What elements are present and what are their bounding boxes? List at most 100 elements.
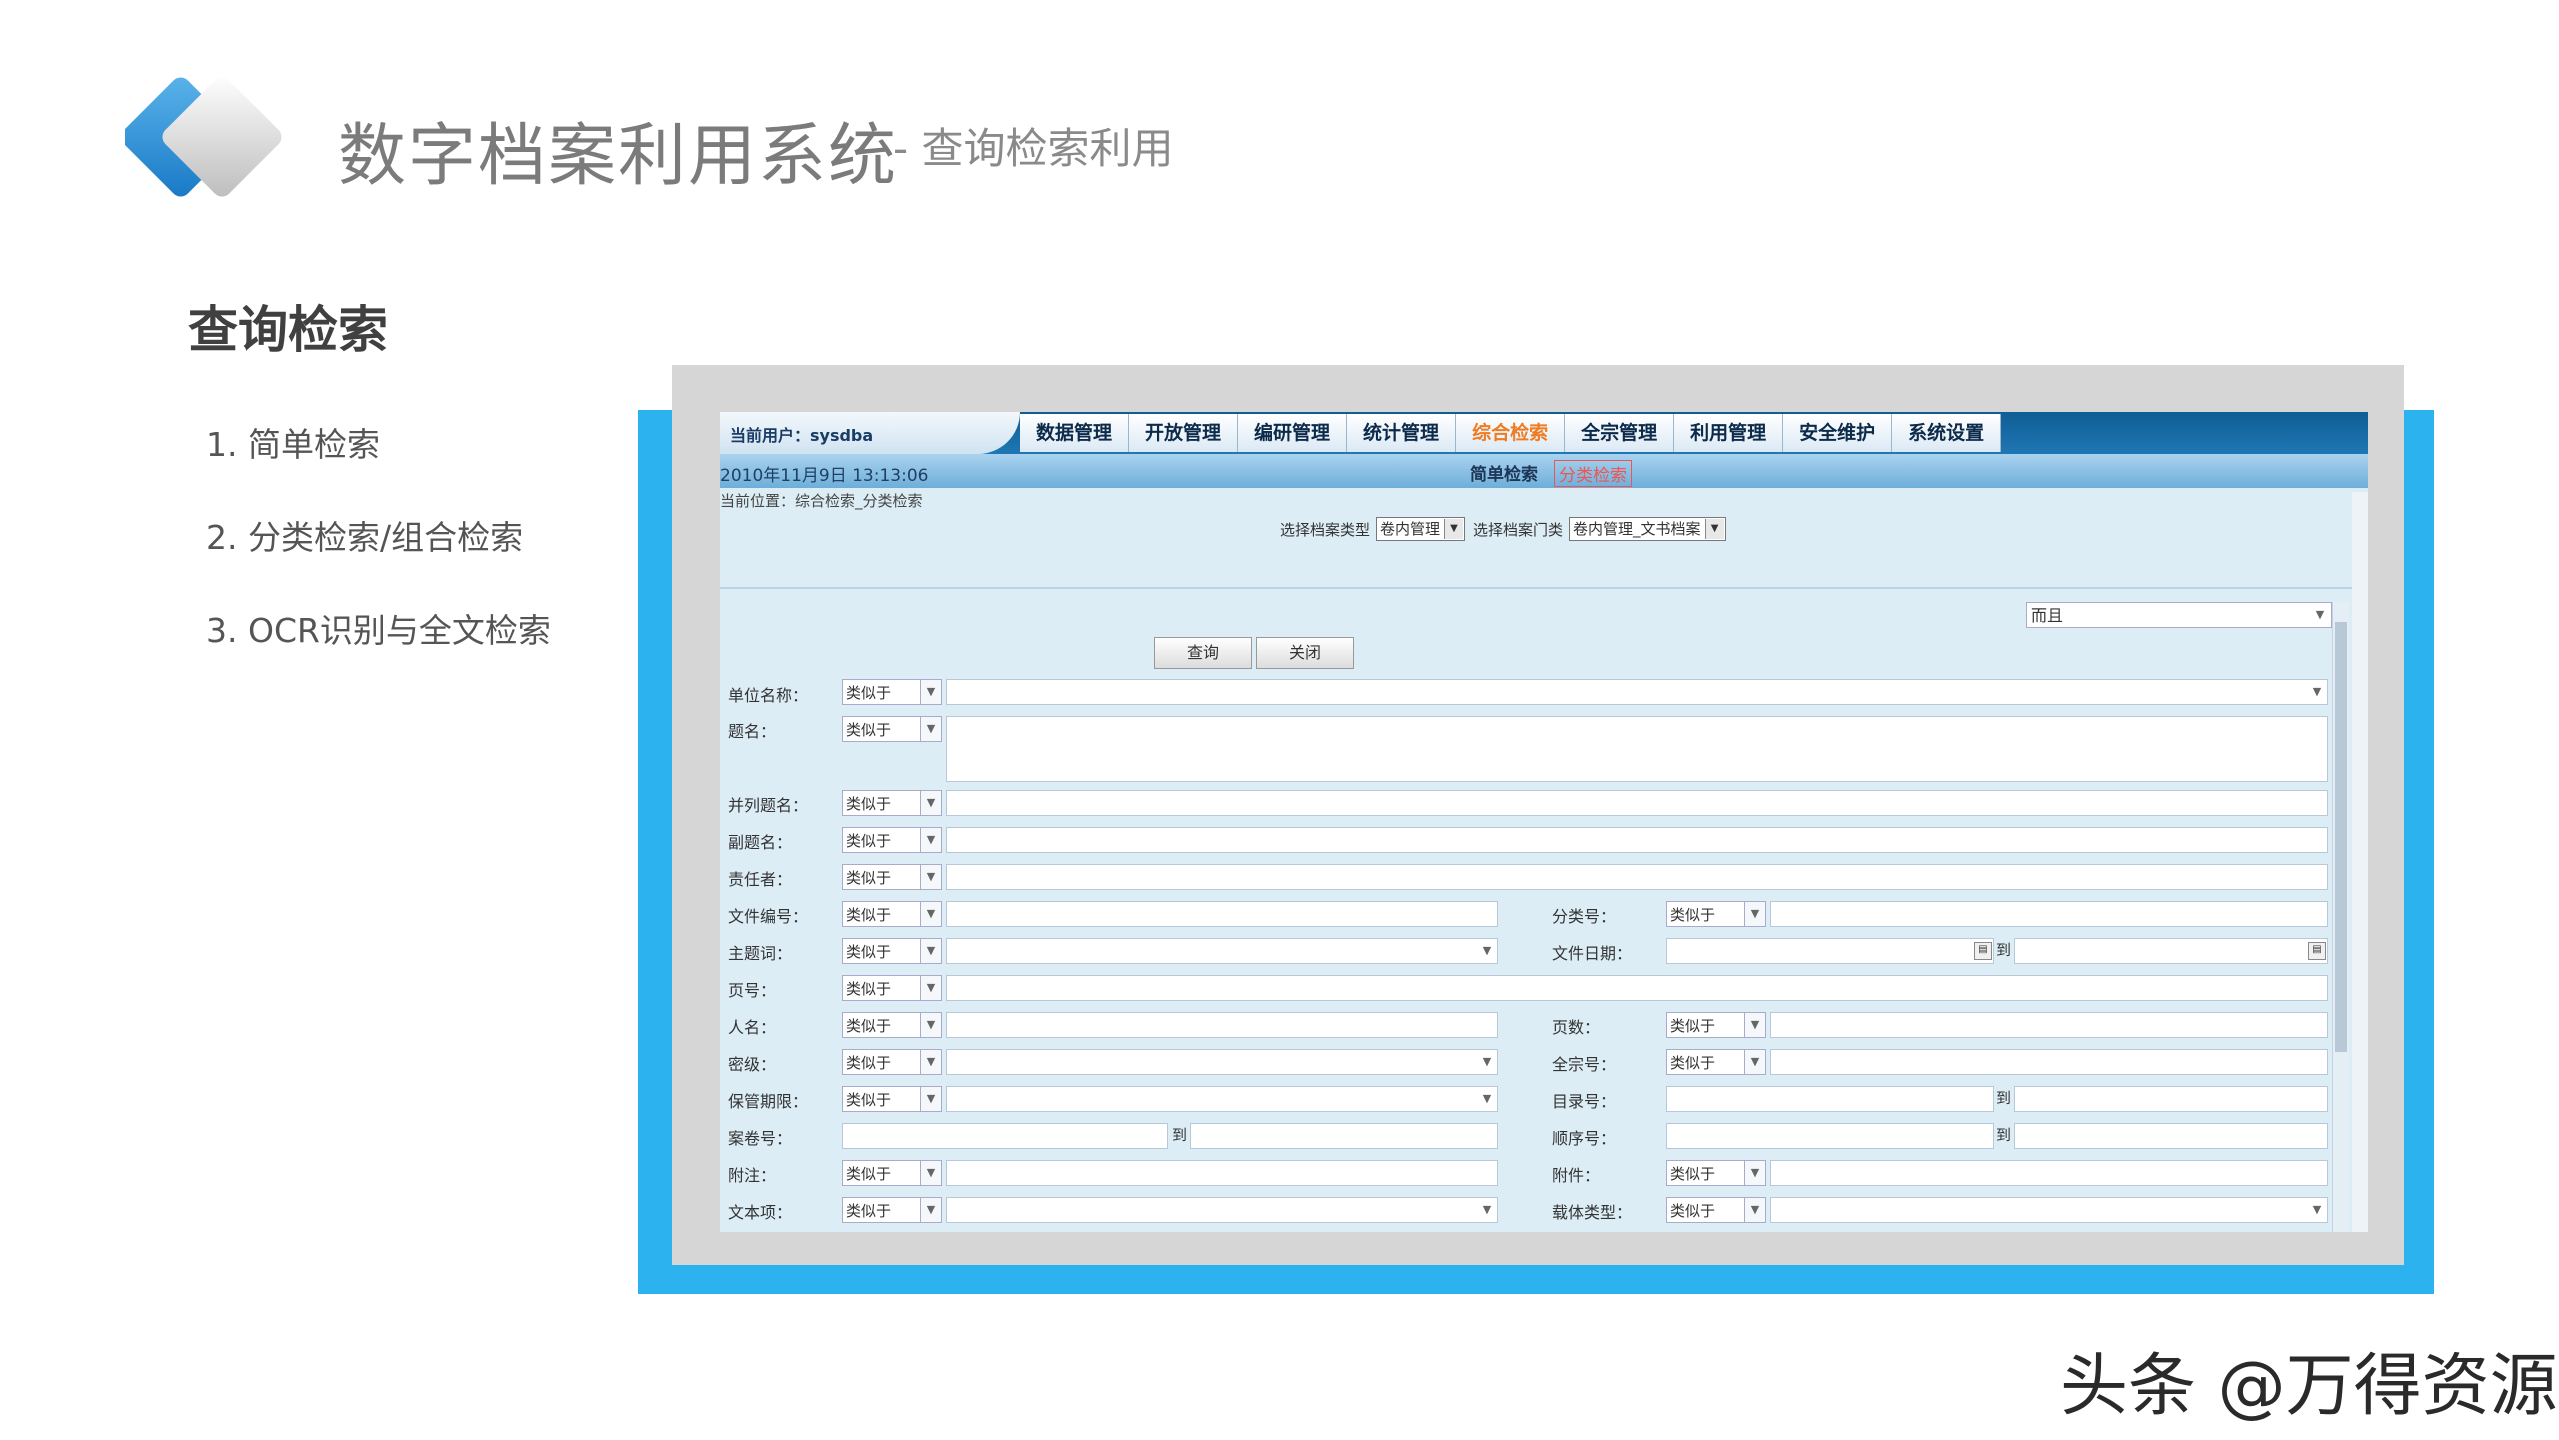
secret-level-field[interactable]: ▼ bbox=[946, 1049, 1498, 1075]
chevron-down-icon: ▼ bbox=[1482, 944, 1492, 957]
user-block: 当前用户：sysdba bbox=[720, 412, 1020, 454]
volume-no-from-field[interactable] bbox=[842, 1123, 1168, 1149]
unit-name-field[interactable]: ▼ bbox=[946, 679, 2328, 705]
catalog-no-from-field[interactable] bbox=[1666, 1086, 1994, 1112]
chevron-down-icon: ▼ bbox=[920, 717, 941, 741]
chevron-down-icon: ▼ bbox=[920, 1198, 941, 1222]
tab-category-search[interactable]: 分类检索 bbox=[1554, 460, 1632, 487]
page-scrollbar[interactable] bbox=[2352, 492, 2368, 1232]
doc-date-from-field[interactable] bbox=[1666, 938, 1994, 964]
chevron-down-icon: ▼ bbox=[1744, 1050, 1765, 1074]
chevron-down-icon: ▼ bbox=[1744, 1161, 1765, 1185]
tab-simple-search[interactable]: 简单检索 bbox=[1470, 460, 1538, 487]
page-no-operator[interactable]: 类似于 ▼ bbox=[842, 975, 942, 1001]
section-title: 查询检索 bbox=[188, 301, 388, 359]
parallel-title-operator[interactable]: 类似于 ▼ bbox=[842, 790, 942, 816]
parallel-title-field[interactable] bbox=[946, 790, 2328, 816]
logic-operator-select[interactable]: 而且 ▼ bbox=[2026, 602, 2332, 628]
retention-field[interactable]: ▼ bbox=[946, 1086, 1498, 1112]
search-subtabs: 简单检索 分类检索 bbox=[1470, 460, 1648, 487]
secret-level-operator[interactable]: 类似于 ▼ bbox=[842, 1049, 942, 1075]
chevron-down-icon: ▼ bbox=[1744, 1198, 1765, 1222]
page-no-label: 页号： bbox=[728, 981, 777, 1000]
archive-type-select[interactable]: 卷内管理 ▼ bbox=[1376, 517, 1466, 541]
nav-open-management[interactable]: 开放管理 bbox=[1129, 414, 1239, 452]
nav-fonds-management[interactable]: 全宗管理 bbox=[1565, 414, 1675, 452]
doc-no-field[interactable] bbox=[946, 901, 1498, 927]
chevron-down-icon: ▼ bbox=[2312, 685, 2322, 698]
nav-compile-management[interactable]: 编研管理 bbox=[1238, 414, 1348, 452]
note-label: 附注： bbox=[728, 1166, 777, 1185]
class-no-operator[interactable]: 类似于 ▼ bbox=[1666, 901, 1766, 927]
chevron-down-icon: ▼ bbox=[1482, 1203, 1492, 1216]
retention-operator[interactable]: 类似于 ▼ bbox=[842, 1086, 942, 1112]
title-textarea[interactable] bbox=[946, 716, 2328, 782]
order-no-from-field[interactable] bbox=[1666, 1123, 1994, 1149]
responsible-operator[interactable]: 类似于 ▼ bbox=[842, 864, 942, 890]
nav-system-settings[interactable]: 系统设置 bbox=[1892, 414, 2002, 452]
doc-date-to-field[interactable] bbox=[2014, 938, 2328, 964]
volume-no-label: 案卷号： bbox=[728, 1129, 793, 1148]
nav-statistics-management[interactable]: 统计管理 bbox=[1347, 414, 1457, 452]
text-item-field[interactable]: ▼ bbox=[946, 1197, 1498, 1223]
pages-field[interactable] bbox=[1770, 1012, 2328, 1038]
to-label: 到 bbox=[1996, 1089, 2012, 1107]
retention-label: 保管期限： bbox=[728, 1092, 809, 1111]
carrier-type-operator[interactable]: 类似于 ▼ bbox=[1666, 1197, 1766, 1223]
chevron-down-icon: ▼ bbox=[920, 976, 941, 1000]
page-subtitle: - 查询检索利用 bbox=[893, 124, 1174, 173]
feature-item-category-search: 2. 分类检索/组合检索 bbox=[206, 518, 524, 557]
nav-comprehensive-search[interactable]: 综合检索 bbox=[1456, 414, 1566, 452]
secret-level-label: 密级： bbox=[728, 1055, 777, 1074]
volume-no-to-field[interactable] bbox=[1190, 1123, 1498, 1149]
query-button[interactable]: 查询 bbox=[1154, 637, 1252, 669]
calendar-icon[interactable]: ▤ bbox=[2308, 942, 2326, 960]
title-label: 题名： bbox=[728, 722, 777, 741]
archive-category-label: 选择档案门类 bbox=[1473, 520, 1564, 539]
date-bar: 2010年11月9日 13:13:06 简单检索 分类检索 bbox=[720, 454, 2368, 488]
chevron-down-icon: ▼ bbox=[920, 1050, 941, 1074]
divider bbox=[720, 587, 2368, 589]
fonds-no-operator[interactable]: 类似于 ▼ bbox=[1666, 1049, 1766, 1075]
person-label: 人名： bbox=[728, 1018, 777, 1037]
person-operator[interactable]: 类似于 ▼ bbox=[842, 1012, 942, 1038]
class-no-field[interactable] bbox=[1770, 901, 2328, 927]
scrollbar-thumb[interactable] bbox=[2335, 622, 2347, 1052]
archive-category-select[interactable]: 卷内管理_文书档案 ▼ bbox=[1569, 517, 1726, 541]
chevron-down-icon: ▼ bbox=[920, 1013, 941, 1037]
pages-operator[interactable]: 类似于 ▼ bbox=[1666, 1012, 1766, 1038]
subject-operator[interactable]: 类似于 ▼ bbox=[842, 938, 942, 964]
form-scrollbar[interactable] bbox=[2332, 602, 2349, 1232]
attachment-field[interactable] bbox=[1770, 1160, 2328, 1186]
person-field[interactable] bbox=[946, 1012, 1498, 1038]
chevron-down-icon: ▼ bbox=[920, 791, 941, 815]
responsible-label: 责任者： bbox=[728, 870, 793, 889]
note-operator[interactable]: 类似于 ▼ bbox=[842, 1160, 942, 1186]
chevron-down-icon: ▼ bbox=[2312, 1203, 2322, 1216]
title-operator[interactable]: 类似于 ▼ bbox=[842, 716, 942, 742]
order-no-to-field[interactable] bbox=[2014, 1123, 2328, 1149]
catalog-no-to-field[interactable] bbox=[2014, 1086, 2328, 1112]
doc-no-operator[interactable]: 类似于 ▼ bbox=[842, 901, 942, 927]
attachment-operator[interactable]: 类似于 ▼ bbox=[1666, 1160, 1766, 1186]
unit-name-operator[interactable]: 类似于 ▼ bbox=[842, 679, 942, 705]
sub-title-field[interactable] bbox=[946, 827, 2328, 853]
responsible-field[interactable] bbox=[946, 864, 2328, 890]
carrier-type-field[interactable]: ▼ bbox=[1770, 1197, 2328, 1223]
nav-usage-management[interactable]: 利用管理 bbox=[1674, 414, 1784, 452]
close-button[interactable]: 关闭 bbox=[1256, 637, 1354, 669]
pages-label: 页数： bbox=[1552, 1018, 1601, 1037]
page-no-field[interactable] bbox=[946, 975, 2328, 1001]
note-field[interactable] bbox=[946, 1160, 1498, 1186]
fonds-no-field[interactable] bbox=[1770, 1049, 2328, 1075]
nav-data-management[interactable]: 数据管理 bbox=[1020, 414, 1130, 452]
subject-field[interactable]: ▼ bbox=[946, 938, 1498, 964]
doc-date-label: 文件日期： bbox=[1552, 944, 1633, 963]
sub-title-operator[interactable]: 类似于 ▼ bbox=[842, 827, 942, 853]
to-label: 到 bbox=[1996, 941, 2012, 959]
text-item-operator[interactable]: 类似于 ▼ bbox=[842, 1197, 942, 1223]
nav-security-maintenance[interactable]: 安全维护 bbox=[1783, 414, 1893, 452]
carrier-type-label: 载体类型： bbox=[1552, 1203, 1633, 1222]
chevron-down-icon: ▼ bbox=[1482, 1092, 1492, 1105]
calendar-icon[interactable]: ▤ bbox=[1974, 942, 1992, 960]
